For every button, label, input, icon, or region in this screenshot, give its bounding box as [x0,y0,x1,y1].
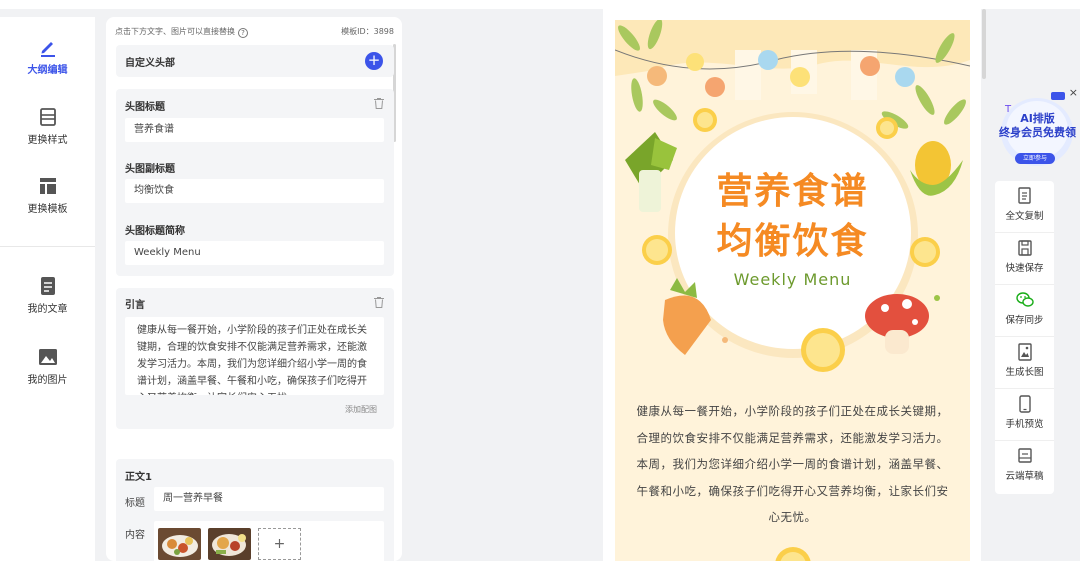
tool-copy-all[interactable]: 全文复制 [995,181,1054,233]
poster-title-line1[interactable]: 营养食谱 [615,162,970,214]
tool-label: 手机预览 [1005,419,1044,430]
cloud-draft-icon [1017,448,1032,463]
poster-preview: 营养食谱 均衡饮食 Weekly Menu 健康从每一餐开始，小学阶段的孩子们正… [615,20,970,561]
add-header-button[interactable]: + [365,52,383,70]
upload-image-button[interactable]: + [258,528,301,560]
head-title-label: 头图标题 [125,102,165,113]
tool-cloud-draft[interactable]: 云端草稿 [995,441,1054,493]
preview-scrollbar[interactable] [982,9,986,79]
add-image-link[interactable]: 添加配图 [345,404,377,415]
style-icon [39,108,56,126]
tool-label: 快速保存 [1005,263,1044,274]
custom-header-card[interactable]: 自定义头部 + [116,45,394,77]
promo-close-icon[interactable]: × [1069,86,1078,99]
promo-join-button[interactable]: 立即参与 [1015,153,1055,164]
left-nav: 大纲编辑 更换样式 更换模板 我的文章 我的图片 [0,17,95,561]
body1-label: 正文1 [125,472,152,483]
poster-subtitle[interactable]: Weekly Menu [615,270,970,289]
tool-long-image[interactable]: 生成长图 [995,337,1054,389]
poster-title-line2[interactable]: 均衡饮食 [615,212,970,264]
tool-quick-save[interactable]: 快速保存 [995,233,1054,285]
tool-label: 生成长图 [1005,367,1044,378]
ai-promo-badge[interactable]: T × AI排版 终身会员免费领 立即参与 [995,84,1080,170]
body1-title-label: 标题 [125,498,145,509]
image-icon [38,349,57,365]
trash-icon[interactable] [374,98,384,109]
nav-label: 我的文章 [27,304,68,315]
nav-label: 我的图片 [27,375,68,386]
long-image-icon [1017,343,1032,361]
wechat-icon [1015,292,1034,307]
tool-save-sync[interactable]: 保存同步 [995,285,1054,337]
breakfast-thumbnail[interactable] [158,528,201,560]
help-icon[interactable]: ? [238,28,248,38]
nav-outline-edit[interactable]: 大纲编辑 [0,37,95,87]
save-icon [1017,240,1032,256]
right-toolbar: 全文复制 快速保存 保存同步 生成长图 手机预览 云端草稿 [995,181,1054,494]
tool-label: 云端草稿 [1005,471,1044,482]
body1-title-input[interactable]: 周一营养早餐 [154,487,384,511]
head-subtitle-label: 头图副标题 [125,164,175,175]
tool-label: 全文复制 [1005,211,1044,222]
breakfast-thumbnail[interactable] [208,528,251,560]
intro-textarea[interactable]: 健康从每一餐开始，小学阶段的孩子们正处在成长关键期，合理的饮食安排不仅能满足营养… [125,317,384,395]
nav-divider [0,246,95,247]
nav-label: 更换样式 [27,135,68,146]
intro-card: 引言 健康从每一餐开始，小学阶段的孩子们正处在成长关键期，合理的饮食安排不仅能满… [116,288,394,429]
head-short-label: 头图标题简称 [125,226,185,237]
template-icon [39,178,56,194]
intro-label: 引言 [125,300,145,311]
poster-body-text[interactable]: 健康从每一餐开始，小学阶段的孩子们正处在成长关键期，合理的饮食安排不仅能满足营养… [631,398,954,531]
head-title-input[interactable]: 营养食谱 [125,118,384,142]
head-subtitle-input[interactable]: 均衡饮食 [125,179,384,203]
copy-icon [1017,187,1031,204]
header-card: 头图标题 营养食谱 头图副标题 均衡饮食 头图标题简称 Weekly Menu [116,89,394,276]
custom-header-title: 自定义头部 [125,58,175,69]
nav-change-template[interactable]: 更换模板 [0,176,95,226]
trash-icon[interactable] [374,297,384,308]
promo-line2: 终身会员免费领 [999,126,1076,139]
top-bar [0,0,1080,9]
body1-content-label: 内容 [125,530,145,541]
article-icon [40,277,55,295]
head-short-input[interactable]: Weekly Menu [125,241,384,265]
nav-change-style[interactable]: 更换样式 [0,107,95,157]
tool-label: 保存同步 [1005,315,1044,326]
edit-hint: 点击下方文字、图片可以直接替换? [115,26,248,38]
body1-content-box: + [154,521,384,561]
pen-icon [40,42,55,57]
template-id: 模板ID：3898 [341,27,394,36]
nav-my-images[interactable]: 我的图片 [0,347,95,397]
nav-label: 更换模板 [27,204,68,215]
nav-label: 大纲编辑 [27,65,68,76]
phone-icon [1018,395,1031,413]
body1-card: 正文1 标题 周一营养早餐 内容 + [116,459,394,561]
nav-my-articles[interactable]: 我的文章 [0,276,95,326]
tool-phone-preview[interactable]: 手机预览 [995,389,1054,441]
